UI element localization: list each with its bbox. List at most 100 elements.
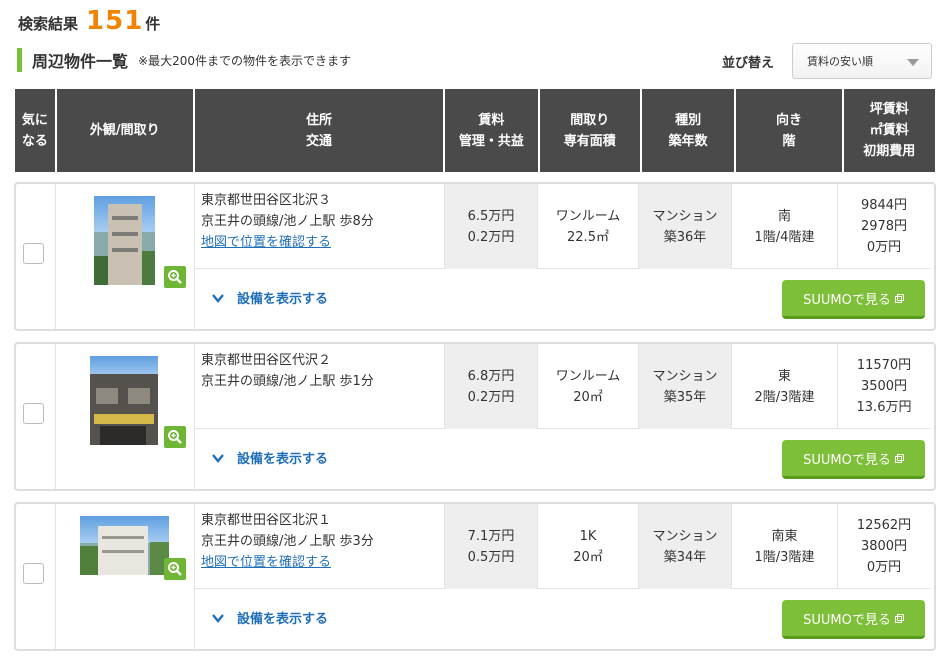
result-count: 151 bbox=[86, 6, 144, 36]
dropdown-arrow-icon bbox=[907, 59, 919, 66]
show-equipment-label: 設備を表示する bbox=[237, 452, 329, 467]
listing-action-row: 設備を表示する SUUMOで見る bbox=[195, 270, 934, 329]
header-unit-price: 坪賃料 ㎡賃料 初期費用 bbox=[843, 89, 935, 172]
area-value: 20㎡ bbox=[573, 389, 603, 405]
tsubo-value: 11570円 bbox=[856, 358, 912, 373]
type-value: マンション bbox=[652, 528, 718, 544]
floor-value: 1階/3階建 bbox=[754, 549, 815, 565]
direction-value: 南 bbox=[777, 208, 791, 224]
show-equipment-toggle[interactable]: 設備を表示する bbox=[211, 448, 328, 467]
view-on-suumo-button[interactable]: SUUMOで見る bbox=[782, 600, 925, 639]
photo-cell bbox=[56, 184, 195, 329]
zoom-button[interactable] bbox=[164, 266, 186, 288]
address-text: 東京都世田谷区代沢２ bbox=[201, 353, 332, 368]
direction-value: 南東 bbox=[771, 528, 798, 544]
sort-selected-value: 賃料の安い順 bbox=[807, 55, 873, 68]
zoom-plus-icon bbox=[168, 430, 182, 444]
zoom-button[interactable] bbox=[164, 426, 186, 448]
header-rent: 賃料 管理・共益 bbox=[445, 89, 538, 172]
show-equipment-toggle[interactable]: 設備を表示する bbox=[211, 288, 328, 307]
property-photo[interactable] bbox=[90, 356, 158, 445]
header-layout: 間取り 専有面積 bbox=[539, 89, 640, 172]
tsubo-value: 9844円 bbox=[860, 198, 908, 213]
result-unit: 件 bbox=[145, 15, 161, 33]
unit-price-cell: 11570円 3500円 13.6万円 bbox=[838, 344, 930, 429]
listing-info-row: 東京都世田谷区代沢２ 京王井の頭線/池ノ上駅 歩1分 6.8万円 0.2万円 ワ… bbox=[195, 344, 930, 429]
chevron-down-icon bbox=[212, 453, 224, 463]
view-on-suumo-label: SUUMOで見る bbox=[803, 612, 891, 628]
result-label: 検索結果 bbox=[18, 15, 79, 33]
type-value: マンション bbox=[652, 368, 718, 384]
rent-cell: 6.5万円 0.2万円 bbox=[445, 184, 538, 269]
view-on-suumo-button[interactable]: SUUMOで見る bbox=[782, 440, 925, 479]
listing-action-row: 設備を表示する SUUMOで見る bbox=[195, 590, 934, 649]
result-count-line: 検索結果 151 件 bbox=[18, 6, 160, 36]
show-equipment-toggle[interactable]: 設備を表示する bbox=[211, 608, 328, 627]
unit-price-cell: 9844円 2978円 0万円 bbox=[838, 184, 930, 269]
favorite-cell bbox=[16, 184, 56, 329]
favorite-checkbox[interactable] bbox=[23, 243, 44, 264]
layout-cell: 1K 20㎡ bbox=[538, 504, 639, 589]
area-value: 20㎡ bbox=[573, 549, 603, 565]
external-link-icon bbox=[894, 293, 904, 303]
fee-value: 0.2万円 bbox=[467, 389, 515, 405]
favorite-cell bbox=[16, 344, 56, 489]
type-cell: マンション 築36年 bbox=[639, 184, 732, 269]
age-value: 築35年 bbox=[663, 389, 707, 405]
access-text: 京王井の頭線/池ノ上駅 歩3分 bbox=[201, 534, 374, 549]
rent-cell: 6.8万円 0.2万円 bbox=[445, 344, 538, 429]
address-cell: 東京都世田谷区代沢２ 京王井の頭線/池ノ上駅 歩1分 bbox=[195, 344, 445, 429]
area-value: 22.5㎡ bbox=[567, 229, 609, 245]
age-value: 築36年 bbox=[663, 229, 707, 245]
floor-value: 2階/3階建 bbox=[754, 389, 815, 405]
sqm-value: 2978円 bbox=[860, 219, 908, 234]
age-value: 築34年 bbox=[663, 549, 707, 565]
address-text: 東京都世田谷区北沢３ bbox=[201, 193, 332, 208]
sqm-value: 3500円 bbox=[860, 379, 908, 394]
sqm-value: 3800円 bbox=[860, 539, 908, 554]
direction-value: 東 bbox=[777, 368, 791, 384]
header-favorite: 気に なる bbox=[15, 89, 55, 172]
access-text: 京王井の頭線/池ノ上駅 歩1分 bbox=[201, 374, 374, 389]
zoom-plus-icon bbox=[168, 562, 182, 576]
zoom-plus-icon bbox=[168, 270, 182, 284]
chevron-down-icon bbox=[212, 613, 224, 623]
favorite-cell bbox=[16, 504, 56, 649]
layout-cell: ワンルーム 22.5㎡ bbox=[538, 184, 639, 269]
header-address: 住所 交通 bbox=[194, 89, 444, 172]
type-cell: マンション 築34年 bbox=[639, 504, 732, 589]
section-title: 周辺物件一覧 ※最大200件までの物件を表示できます bbox=[17, 48, 351, 72]
map-link[interactable]: 地図で位置を確認する bbox=[201, 552, 444, 573]
photo-cell bbox=[56, 344, 195, 489]
map-link[interactable]: 地図で位置を確認する bbox=[201, 232, 444, 253]
fee-value: 0.2万円 bbox=[467, 229, 515, 245]
rent-cell: 7.1万円 0.5万円 bbox=[445, 504, 538, 589]
access-text: 京王井の頭線/池ノ上駅 歩8分 bbox=[201, 214, 374, 229]
view-on-suumo-button[interactable]: SUUMOで見る bbox=[782, 280, 925, 319]
header-direction: 向き階 bbox=[736, 89, 842, 172]
type-value: マンション bbox=[652, 208, 718, 224]
favorite-checkbox[interactable] bbox=[23, 403, 44, 424]
initial-cost-value: 0万円 bbox=[866, 560, 902, 575]
initial-cost-value: 13.6万円 bbox=[856, 400, 912, 415]
address-text: 東京都世田谷区北沢１ bbox=[201, 513, 332, 528]
external-link-icon bbox=[894, 453, 904, 463]
sort-select[interactable]: 賃料の安い順 bbox=[792, 43, 932, 79]
favorite-checkbox[interactable] bbox=[23, 563, 44, 584]
listing-info-row: 東京都世田谷区北沢３ 京王井の頭線/池ノ上駅 歩8分 地図で位置を確認する 6.… bbox=[195, 184, 930, 269]
view-on-suumo-label: SUUMOで見る bbox=[803, 452, 891, 468]
floor-value: 1階/4階建 bbox=[754, 229, 815, 245]
property-photo[interactable] bbox=[80, 516, 169, 575]
external-link-icon bbox=[894, 613, 904, 623]
rent-value: 6.5万円 bbox=[467, 208, 515, 224]
layout-value: 1K bbox=[579, 528, 597, 544]
table-header: 気に なる 外観/間取り 住所 交通 賃料 管理・共益 間取り 専有面積 種別 築年数 向… bbox=[15, 89, 935, 172]
chevron-down-icon bbox=[212, 293, 224, 303]
section-title-text: 周辺物件一覧 bbox=[32, 52, 129, 71]
fee-value: 0.5万円 bbox=[467, 549, 515, 565]
property-photo[interactable] bbox=[94, 196, 155, 285]
zoom-button[interactable] bbox=[164, 558, 186, 580]
header-type: 種別 築年数 bbox=[641, 89, 735, 172]
listing-action-row: 設備を表示する SUUMOで見る bbox=[195, 430, 934, 489]
show-equipment-label: 設備を表示する bbox=[237, 292, 329, 307]
